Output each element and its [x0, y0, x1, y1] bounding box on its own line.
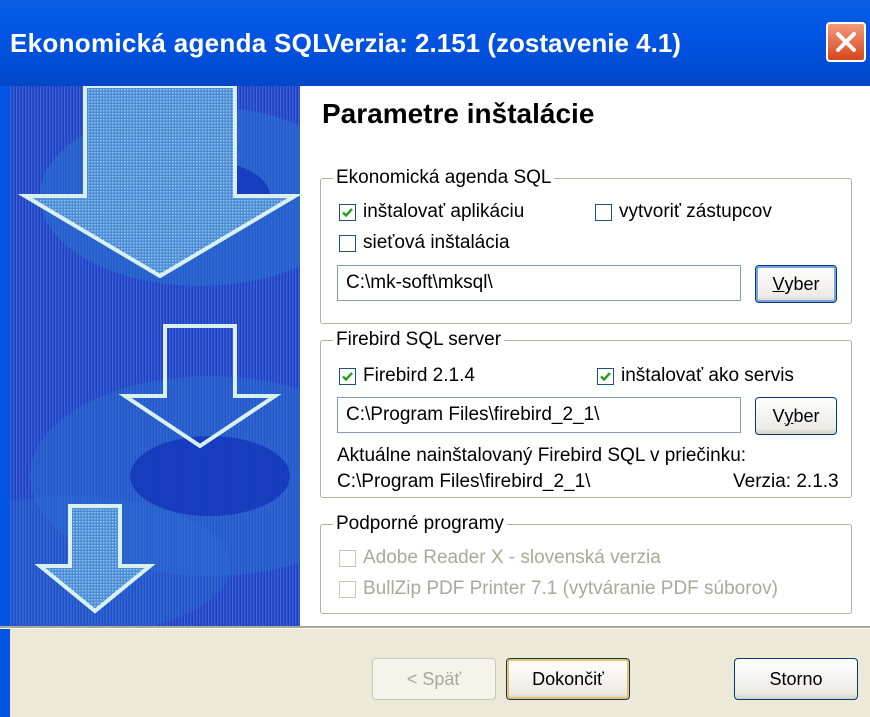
- side-banner-image: [10, 86, 300, 626]
- app-browse-button[interactable]: Vyber: [755, 265, 837, 303]
- installed-version: Verzia: 2.1.3: [733, 471, 839, 492]
- install-app-checkbox[interactable]: inštalovať aplikáciu: [339, 201, 524, 223]
- checkbox-unchecked-icon: [339, 580, 356, 598]
- cancel-button[interactable]: Storno: [734, 658, 858, 700]
- checkbox-checked-icon: [339, 203, 356, 221]
- firebird-path-field[interactable]: C:\Program Files\firebird_2_1\: [337, 397, 741, 433]
- as-service-checkbox[interactable]: inštalovať ako servis: [597, 365, 794, 387]
- checkbox-unchecked-icon: [339, 234, 356, 252]
- bullzip-checkbox[interactable]: BullZip PDF Printer 7.1 (vytváranie PDF …: [339, 578, 778, 600]
- settings-panel: Parametre inštalácie Ekonomická agenda S…: [300, 86, 870, 626]
- close-icon: [836, 32, 856, 52]
- app-browse-label-u: V: [772, 273, 785, 294]
- window-border: [0, 86, 10, 717]
- app-group-title: Ekonomická agenda SQL: [333, 167, 555, 189]
- network-install-checkbox[interactable]: sieťová inštalácia: [339, 232, 510, 254]
- adobe-label: Adobe Reader X - slovenská verzia: [363, 547, 661, 568]
- adobe-checkbox[interactable]: Adobe Reader X - slovenská verzia: [339, 547, 661, 569]
- title-bar: Ekonomická agenda SQL Verzia: 2.151 (zos…: [0, 0, 870, 86]
- window-version: Verzia: 2.151 (zostavenie 4.1): [324, 28, 681, 58]
- create-shortcuts-checkbox[interactable]: vytvoriť zástupcov: [595, 201, 772, 223]
- checkbox-checked-icon: [597, 367, 614, 385]
- finish-button[interactable]: Dokončiť: [506, 658, 630, 700]
- footer-divider: [0, 626, 870, 629]
- firebird-checkbox[interactable]: Firebird 2.1.4: [339, 365, 475, 387]
- as-service-label: inštalovať ako servis: [621, 365, 794, 386]
- back-button[interactable]: < Späť: [372, 658, 496, 700]
- app-browse-label-rest: yber: [784, 273, 820, 294]
- firebird-label: Firebird 2.1.4: [363, 365, 475, 386]
- firebird-group-title: Firebird SQL server: [333, 329, 505, 351]
- window-title: Ekonomická agenda SQL: [10, 28, 329, 58]
- page-title: Parametre inštalácie: [322, 98, 595, 129]
- installed-info: Aktuálne nainštalovaný Firebird SQL v pr…: [337, 445, 747, 466]
- firebird-browse-button[interactable]: Vy ber: [755, 397, 837, 435]
- checkbox-unchecked-icon: [339, 549, 356, 567]
- support-group: Podporné programy Adobe Reader X - slove…: [320, 513, 852, 614]
- bullzip-label: BullZip PDF Printer 7.1 (vytváranie PDF …: [363, 578, 778, 599]
- firebird-browse-label-rest: ber: [793, 405, 820, 426]
- checkbox-checked-icon: [339, 367, 356, 385]
- firebird-group: Firebird SQL server Firebird 2.1.4 inšta…: [320, 329, 852, 498]
- firebird-browse-label-prefix: V: [772, 405, 785, 426]
- support-group-title: Podporné programy: [333, 513, 507, 535]
- app-group: Ekonomická agenda SQL inštalovať aplikác…: [320, 167, 852, 324]
- firebird-browse-label-u: y: [784, 405, 794, 426]
- network-install-label: sieťová inštalácia: [363, 232, 510, 253]
- installed-path: C:\Program Files\firebird_2_1\: [337, 471, 591, 492]
- close-button[interactable]: [826, 22, 866, 62]
- app-path-field[interactable]: C:\mk-soft\mksql\: [337, 265, 741, 301]
- checkbox-unchecked-icon: [595, 203, 612, 221]
- install-app-label: inštalovať aplikáciu: [363, 201, 525, 222]
- install-arrows-graphic: [10, 86, 300, 626]
- create-shortcuts-label: vytvoriť zástupcov: [619, 201, 772, 222]
